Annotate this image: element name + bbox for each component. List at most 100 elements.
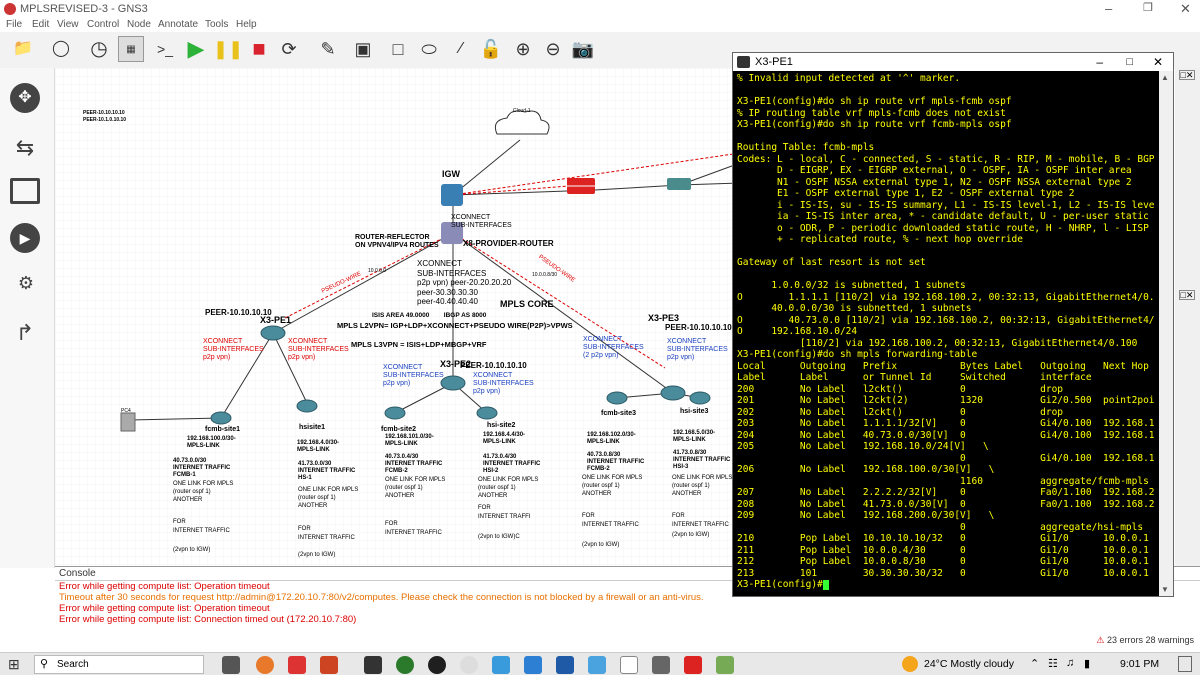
- note-icon[interactable]: ✎: [315, 36, 341, 62]
- terminal-line: % Invalid input detected at '^' marker.: [737, 73, 961, 84]
- label-router-reflector: ROUTER-REFLECTOR ON VPNV4/IPV4 ROUTES: [355, 234, 439, 249]
- image-icon[interactable]: ▣: [350, 36, 376, 62]
- terminal-line: 40.0.0.0/30 is subnetted, 1 subnets: [737, 303, 972, 314]
- end-device-icon[interactable]: [10, 178, 40, 204]
- menu-annotate[interactable]: Annotate: [158, 19, 198, 30]
- terminal-line: O 1.1.1.1 [110/2] via 192.168.100.2, 00:…: [737, 291, 1155, 303]
- menu-help[interactable]: Help: [236, 19, 257, 30]
- label-xconnect-r1: XCONNECT SUB-INTERFACES (2 p2p vpn): [583, 336, 644, 359]
- battery-icon[interactable]: ▮: [1084, 657, 1090, 670]
- reload-icon[interactable]: ⟳: [276, 36, 302, 62]
- app-icon-3[interactable]: [320, 656, 338, 674]
- task-view-icon[interactable]: [222, 656, 240, 674]
- taskbar: ⊞ ⚲ Search 24°C Mostly cloudy ⌃ ☷ ♫ ▮ 9:…: [0, 652, 1200, 675]
- label-fcmb1-net: 192.168.100.0/30- MPLS-LINK: [187, 436, 236, 449]
- label-for4: FOR INTERNET TRAFFI: [478, 505, 531, 520]
- terminal-line: i - IS-IS, su - IS-IS summary, L1 - IS-I…: [737, 199, 1155, 211]
- menu-file[interactable]: File: [6, 19, 22, 30]
- menu-tools[interactable]: Tools: [205, 19, 228, 30]
- zoom-out-icon[interactable]: ⊖: [540, 36, 566, 62]
- speaker-icon[interactable]: ♫: [1066, 657, 1074, 669]
- terminal-line: 1160 aggregate/fcmb-mpls: [737, 475, 1149, 487]
- snapshot-icon[interactable]: ◯: [48, 36, 74, 62]
- fcmb-site1-icon: [210, 411, 232, 425]
- all-devices-icon[interactable]: ⚙: [6, 268, 46, 298]
- ellipse-icon[interactable]: ⬭: [416, 36, 442, 62]
- menu-node[interactable]: Node: [127, 19, 151, 30]
- device-sidebar: ✥ ⇆ ▶ ⚙ ↱: [0, 68, 55, 568]
- error-summary[interactable]: ⚠ 23 errors 28 warnings: [1096, 635, 1194, 646]
- search-box[interactable]: ⚲ Search: [34, 655, 204, 674]
- timer-icon[interactable]: ◷: [86, 36, 112, 62]
- warning-icon: ⚠: [1096, 635, 1105, 645]
- terminal-output[interactable]: % Invalid input detected at '^' marker. …: [737, 73, 1155, 596]
- app-icon-13[interactable]: [652, 656, 670, 674]
- label-ospf2: ONE LINK FOR MPLS (router ospf 1) ANOTHE…: [298, 487, 359, 509]
- label-ip-b: 10.0.0.8/30: [532, 272, 558, 278]
- terminal-line: + - replicated route, % - next hop overr…: [737, 234, 1023, 245]
- pause-icon[interactable]: ❚❚: [213, 36, 243, 62]
- restore-icon[interactable]: ❐: [1143, 1, 1153, 14]
- terminal-line: Codes: L - local, C - connected, S - sta…: [737, 153, 1155, 165]
- terminal-line: Gateway of last resort is not set: [737, 257, 926, 268]
- label-vpn5: (2vpn to IGW): [672, 532, 710, 538]
- dock-close-icon[interactable]: □✕: [1179, 70, 1195, 80]
- lock-icon[interactable]: 🔓: [478, 36, 504, 62]
- console-all-icon[interactable]: >_: [152, 36, 178, 62]
- weather-text[interactable]: 24°C Mostly cloudy: [924, 658, 1014, 670]
- router-icon[interactable]: ✥: [10, 83, 40, 113]
- label-ip-a: 10.0.0.0: [368, 268, 387, 274]
- app-icon-4[interactable]: [364, 656, 382, 674]
- app-icon-11[interactable]: [588, 656, 606, 674]
- terminal-scrollbar[interactable]: ▲ ▼: [1159, 71, 1173, 596]
- app-icon-5[interactable]: [396, 656, 414, 674]
- security-device-icon[interactable]: ▶: [10, 223, 40, 253]
- add-link-icon[interactable]: ↱: [10, 318, 40, 348]
- tray-chevron-icon[interactable]: ⌃: [1030, 657, 1039, 670]
- screenshot-icon[interactable]: 📷: [570, 36, 596, 62]
- menu-edit[interactable]: Edit: [32, 19, 49, 30]
- close-icon[interactable]: ✕: [1180, 1, 1191, 17]
- label-vpn3: (2vpn to IGW)C: [478, 534, 520, 540]
- terminal-line: 206 No Label 192.168.100.0/30[V] \: [737, 464, 995, 475]
- show-interfaces-icon[interactable]: ▦: [118, 36, 144, 62]
- app-icon-10[interactable]: [556, 656, 574, 674]
- network-icon[interactable]: ☷: [1048, 657, 1058, 670]
- zoom-in-icon[interactable]: ⊕: [510, 36, 536, 62]
- minimize-icon[interactable]: –: [1105, 1, 1112, 16]
- scroll-down-icon[interactable]: ▼: [1161, 585, 1169, 594]
- terminal-window[interactable]: X3-PE1 – □ ✕ % Invalid input detected at…: [732, 52, 1174, 597]
- app-icon-12[interactable]: [620, 656, 638, 674]
- start-icon[interactable]: ▶: [183, 36, 209, 62]
- app-icon-15[interactable]: [716, 656, 734, 674]
- label-isis: ISIS AREA 49.0000 IBGP AS 8000: [372, 312, 487, 319]
- folder-icon[interactable]: 📁: [10, 36, 36, 62]
- app-icon-14[interactable]: [684, 656, 702, 674]
- app-icon-1[interactable]: [256, 656, 274, 674]
- stop-icon[interactable]: ■: [246, 36, 272, 62]
- label-peer-small2: PEER-10.1.0.10.10: [83, 117, 127, 123]
- rectangle-icon[interactable]: □: [385, 36, 411, 62]
- gns3-logo-icon: [4, 3, 16, 15]
- label-l3vpn: MPLS L3VPN = ISIS+LDP+MBGP+VRF: [351, 340, 487, 349]
- app-icon-2[interactable]: [288, 656, 306, 674]
- scroll-up-icon[interactable]: ▲: [1161, 73, 1169, 82]
- app-icon-7[interactable]: [460, 656, 478, 674]
- app-icon-9[interactable]: [524, 656, 542, 674]
- menu-view[interactable]: View: [57, 19, 79, 30]
- label-hsi2-it: 41.73.0.4/30 INTERNET TRAFFIC HSI-2: [483, 454, 541, 474]
- switch-icon[interactable]: ⇆: [10, 133, 40, 163]
- app-icon-8[interactable]: [492, 656, 510, 674]
- menu-control[interactable]: Control: [87, 19, 119, 30]
- terminal-maximize-icon[interactable]: □: [1126, 53, 1133, 71]
- terminal-close-icon[interactable]: ✕: [1153, 53, 1163, 71]
- label-pc4: PC4: [121, 408, 131, 414]
- notification-icon[interactable]: [1178, 656, 1192, 672]
- app-icon-6[interactable]: [428, 656, 446, 674]
- dock-close-icon-2[interactable]: □✕: [1179, 290, 1195, 300]
- terminal-minimize-icon[interactable]: –: [1096, 53, 1103, 71]
- clock-time[interactable]: 9:01 PM: [1120, 658, 1159, 670]
- windows-start-icon[interactable]: ⊞: [8, 656, 20, 673]
- line-icon[interactable]: ∕: [448, 36, 474, 62]
- hsi-site1-icon: [296, 399, 318, 413]
